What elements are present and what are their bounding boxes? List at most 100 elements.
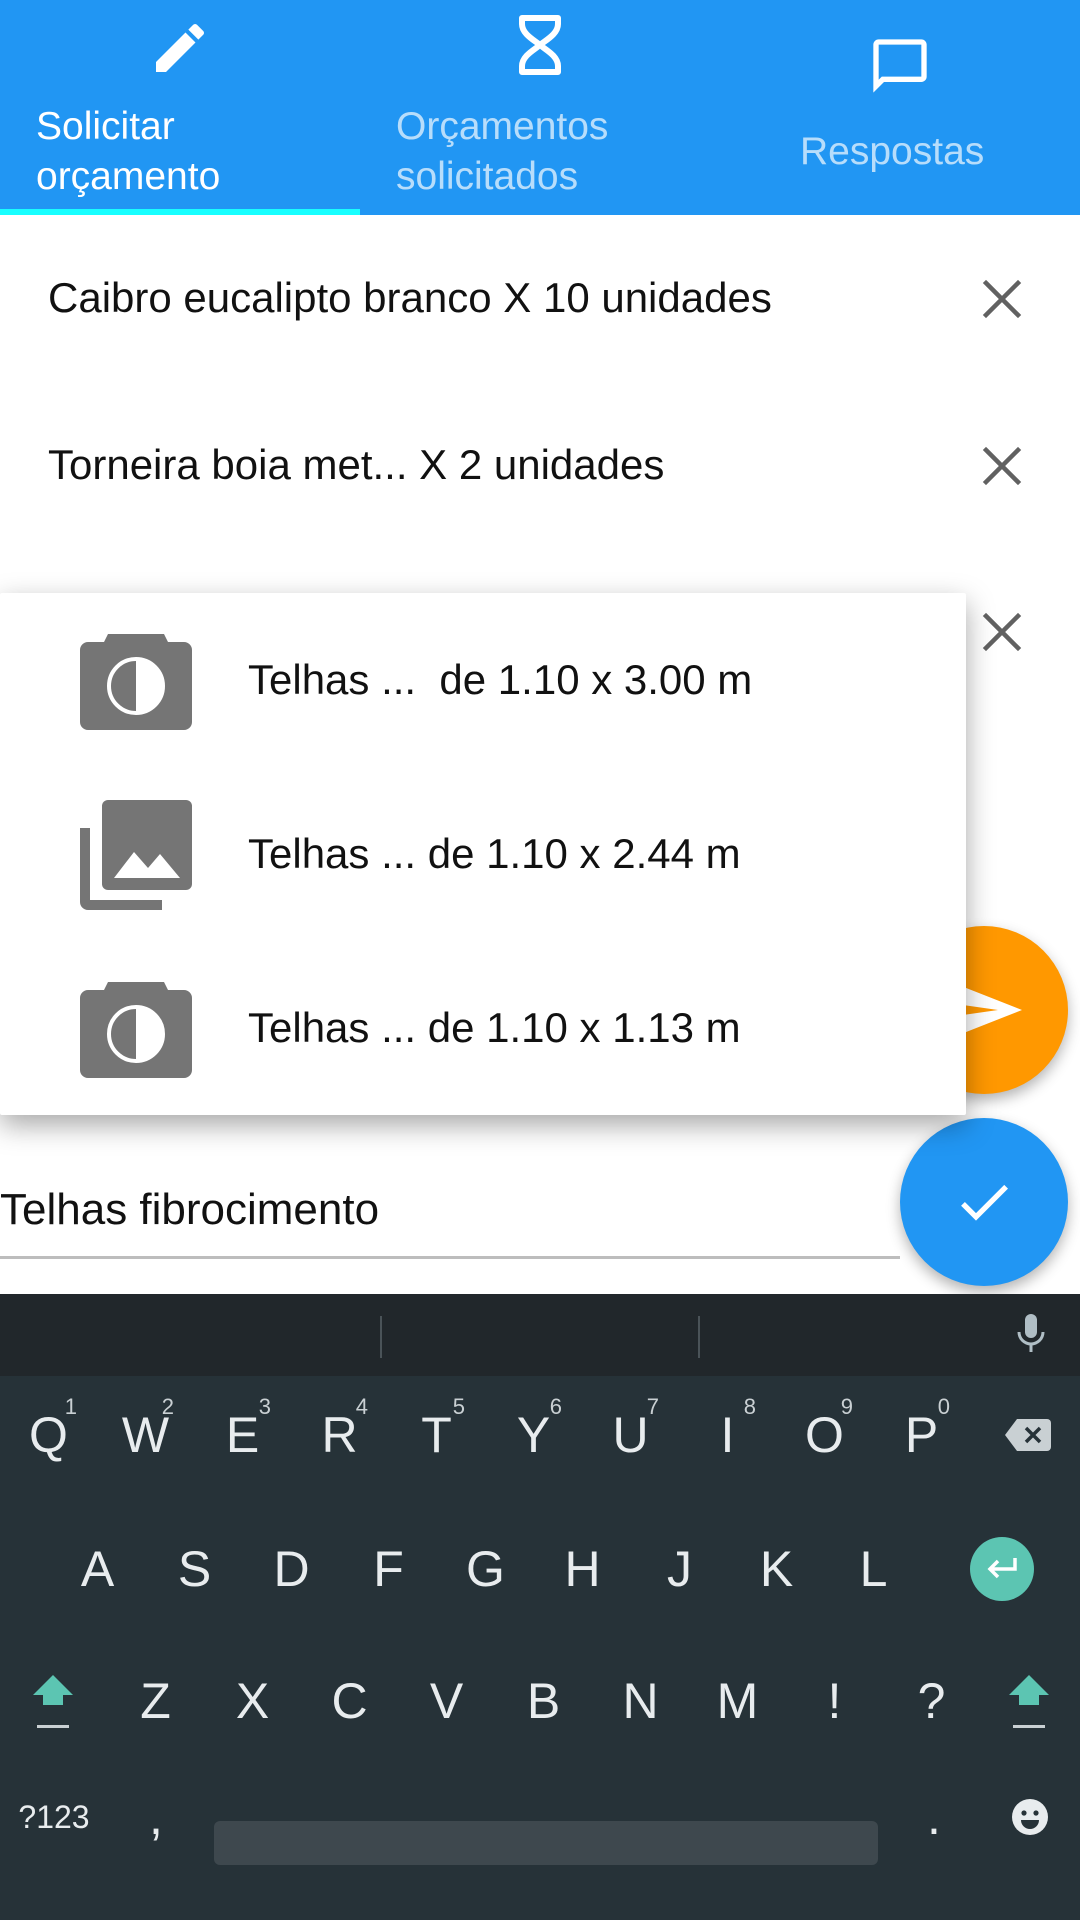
- list-item: Caibro eucalipto branco X 10 unidades: [0, 215, 1080, 381]
- tab-label: Respostas: [800, 130, 985, 173]
- key[interactable]: F: [340, 1514, 437, 1624]
- key[interactable]: K: [728, 1514, 825, 1624]
- symbols-key[interactable]: ?123: [6, 1782, 102, 1852]
- check-icon: [961, 1184, 1008, 1221]
- key-label: .: [927, 1789, 941, 1845]
- tab-label: Solicitar orçamento: [36, 102, 220, 202]
- key[interactable]: Z: [107, 1646, 204, 1756]
- emoji-key[interactable]: [984, 1782, 1076, 1852]
- mic-button[interactable]: [1016, 1312, 1046, 1361]
- key[interactable]: 2W: [97, 1380, 194, 1490]
- search-input[interactable]: [0, 1178, 900, 1242]
- backspace-key[interactable]: [978, 1380, 1078, 1490]
- camera-icon: [80, 978, 192, 1078]
- key-label: ?: [917, 1673, 946, 1729]
- key-hint: 9: [840, 1394, 853, 1419]
- camera-icon: [80, 630, 192, 730]
- key[interactable]: C: [301, 1646, 398, 1756]
- list-item: Torneira boia met... X 2 unidades: [0, 382, 1080, 548]
- remove-item-button[interactable]: [978, 275, 1026, 323]
- key[interactable]: D: [243, 1514, 340, 1624]
- key[interactable]: H: [534, 1514, 631, 1624]
- key-label: M: [716, 1673, 759, 1729]
- suggestion-strip: [0, 1294, 1080, 1376]
- tab-label: Orçamentos solicitados: [396, 102, 608, 202]
- key-label: L: [859, 1541, 888, 1597]
- key[interactable]: 3E: [194, 1380, 291, 1490]
- key-label: R: [321, 1407, 358, 1463]
- key[interactable]: V: [398, 1646, 495, 1756]
- key[interactable]: 0P: [873, 1380, 970, 1490]
- comma-key[interactable]: ,: [108, 1782, 204, 1852]
- key[interactable]: 7U: [582, 1380, 679, 1490]
- key[interactable]: G: [437, 1514, 534, 1624]
- mic-icon: [1017, 1314, 1045, 1352]
- key[interactable]: M: [689, 1646, 786, 1756]
- remove-item-button[interactable]: [978, 608, 1026, 656]
- tab-solicitar-orcamento[interactable]: Solicitar orçamento: [0, 0, 360, 215]
- key[interactable]: 6Y: [485, 1380, 582, 1490]
- period-key[interactable]: .: [886, 1782, 982, 1852]
- tab-label-line2: solicitados: [396, 155, 579, 198]
- key-hint: 0: [937, 1394, 950, 1419]
- key-label: V: [429, 1673, 464, 1729]
- key-label: D: [273, 1541, 310, 1597]
- key-hint: 7: [646, 1394, 659, 1419]
- tab-label-line1: Orçamentos: [396, 105, 609, 148]
- key-label: Q: [29, 1407, 68, 1463]
- key-label: G: [466, 1541, 505, 1597]
- key-label: P: [904, 1407, 939, 1463]
- strip-divider: [380, 1316, 382, 1358]
- key-label: S: [177, 1541, 212, 1597]
- key-label: Z: [140, 1673, 171, 1729]
- key[interactable]: 4R: [291, 1380, 388, 1490]
- key[interactable]: 9O: [776, 1380, 873, 1490]
- key-label: F: [373, 1541, 404, 1597]
- key-hint: 8: [743, 1394, 756, 1419]
- key[interactable]: B: [495, 1646, 592, 1756]
- confirm-button[interactable]: [900, 1118, 1068, 1286]
- emoji-icon: [1012, 1799, 1048, 1835]
- key[interactable]: X: [204, 1646, 301, 1756]
- key[interactable]: !: [786, 1646, 883, 1756]
- key[interactable]: 8I: [679, 1380, 776, 1490]
- suggestion-item[interactable]: Telhas ... de 1.10 x 3.00 m: [0, 593, 966, 767]
- key[interactable]: S: [146, 1514, 243, 1624]
- tab-bar: Solicitar orçamento Orçamentos solicitad…: [0, 0, 1080, 215]
- suggestion-text: Telhas ... de 1.10 x 1.13 m: [248, 1004, 741, 1051]
- search-underline: [0, 1256, 900, 1259]
- key[interactable]: 5T: [388, 1380, 485, 1490]
- suggestion-text: Telhas ... de 1.10 x 2.44 m: [248, 830, 741, 877]
- keyboard: 1Q 2W 3E 4R 5T 6Y 7U 8I 9O 0P A S D F G …: [0, 1294, 1080, 1920]
- tab-respostas[interactable]: Respostas: [720, 0, 1080, 215]
- key-hint: 4: [355, 1394, 368, 1419]
- key[interactable]: J: [631, 1514, 728, 1624]
- key[interactable]: N: [592, 1646, 689, 1756]
- key-label: E: [225, 1407, 260, 1463]
- key[interactable]: L: [825, 1514, 922, 1624]
- spacebar[interactable]: [214, 1821, 878, 1865]
- shift-icon: [1009, 1675, 1049, 1728]
- key-label: N: [622, 1673, 659, 1729]
- key-label: !: [827, 1673, 842, 1729]
- close-icon: [982, 446, 1022, 486]
- key-label: H: [564, 1541, 601, 1597]
- key-hint: 3: [258, 1394, 271, 1419]
- key[interactable]: 1Q: [0, 1380, 97, 1490]
- enter-key[interactable]: [952, 1514, 1052, 1624]
- remove-item-button[interactable]: [978, 442, 1026, 490]
- tab-label-line2: orçamento: [36, 155, 221, 198]
- search-field: [0, 1178, 900, 1260]
- shift-key[interactable]: [6, 1646, 100, 1756]
- shift-key[interactable]: [982, 1646, 1076, 1756]
- backspace-icon: [1005, 1419, 1051, 1451]
- tab-orcamentos-solicitados[interactable]: Orçamentos solicitados: [360, 0, 720, 215]
- gallery-icon: [80, 800, 192, 910]
- suggestion-item[interactable]: Telhas ... de 1.10 x 1.13 m: [0, 941, 966, 1115]
- key-hint: 6: [549, 1394, 562, 1419]
- key[interactable]: A: [49, 1514, 146, 1624]
- key-label: O: [805, 1407, 844, 1463]
- key[interactable]: ?: [883, 1646, 980, 1756]
- key-hint: 1: [64, 1394, 77, 1419]
- suggestion-item[interactable]: Telhas ... de 1.10 x 2.44 m: [0, 767, 966, 941]
